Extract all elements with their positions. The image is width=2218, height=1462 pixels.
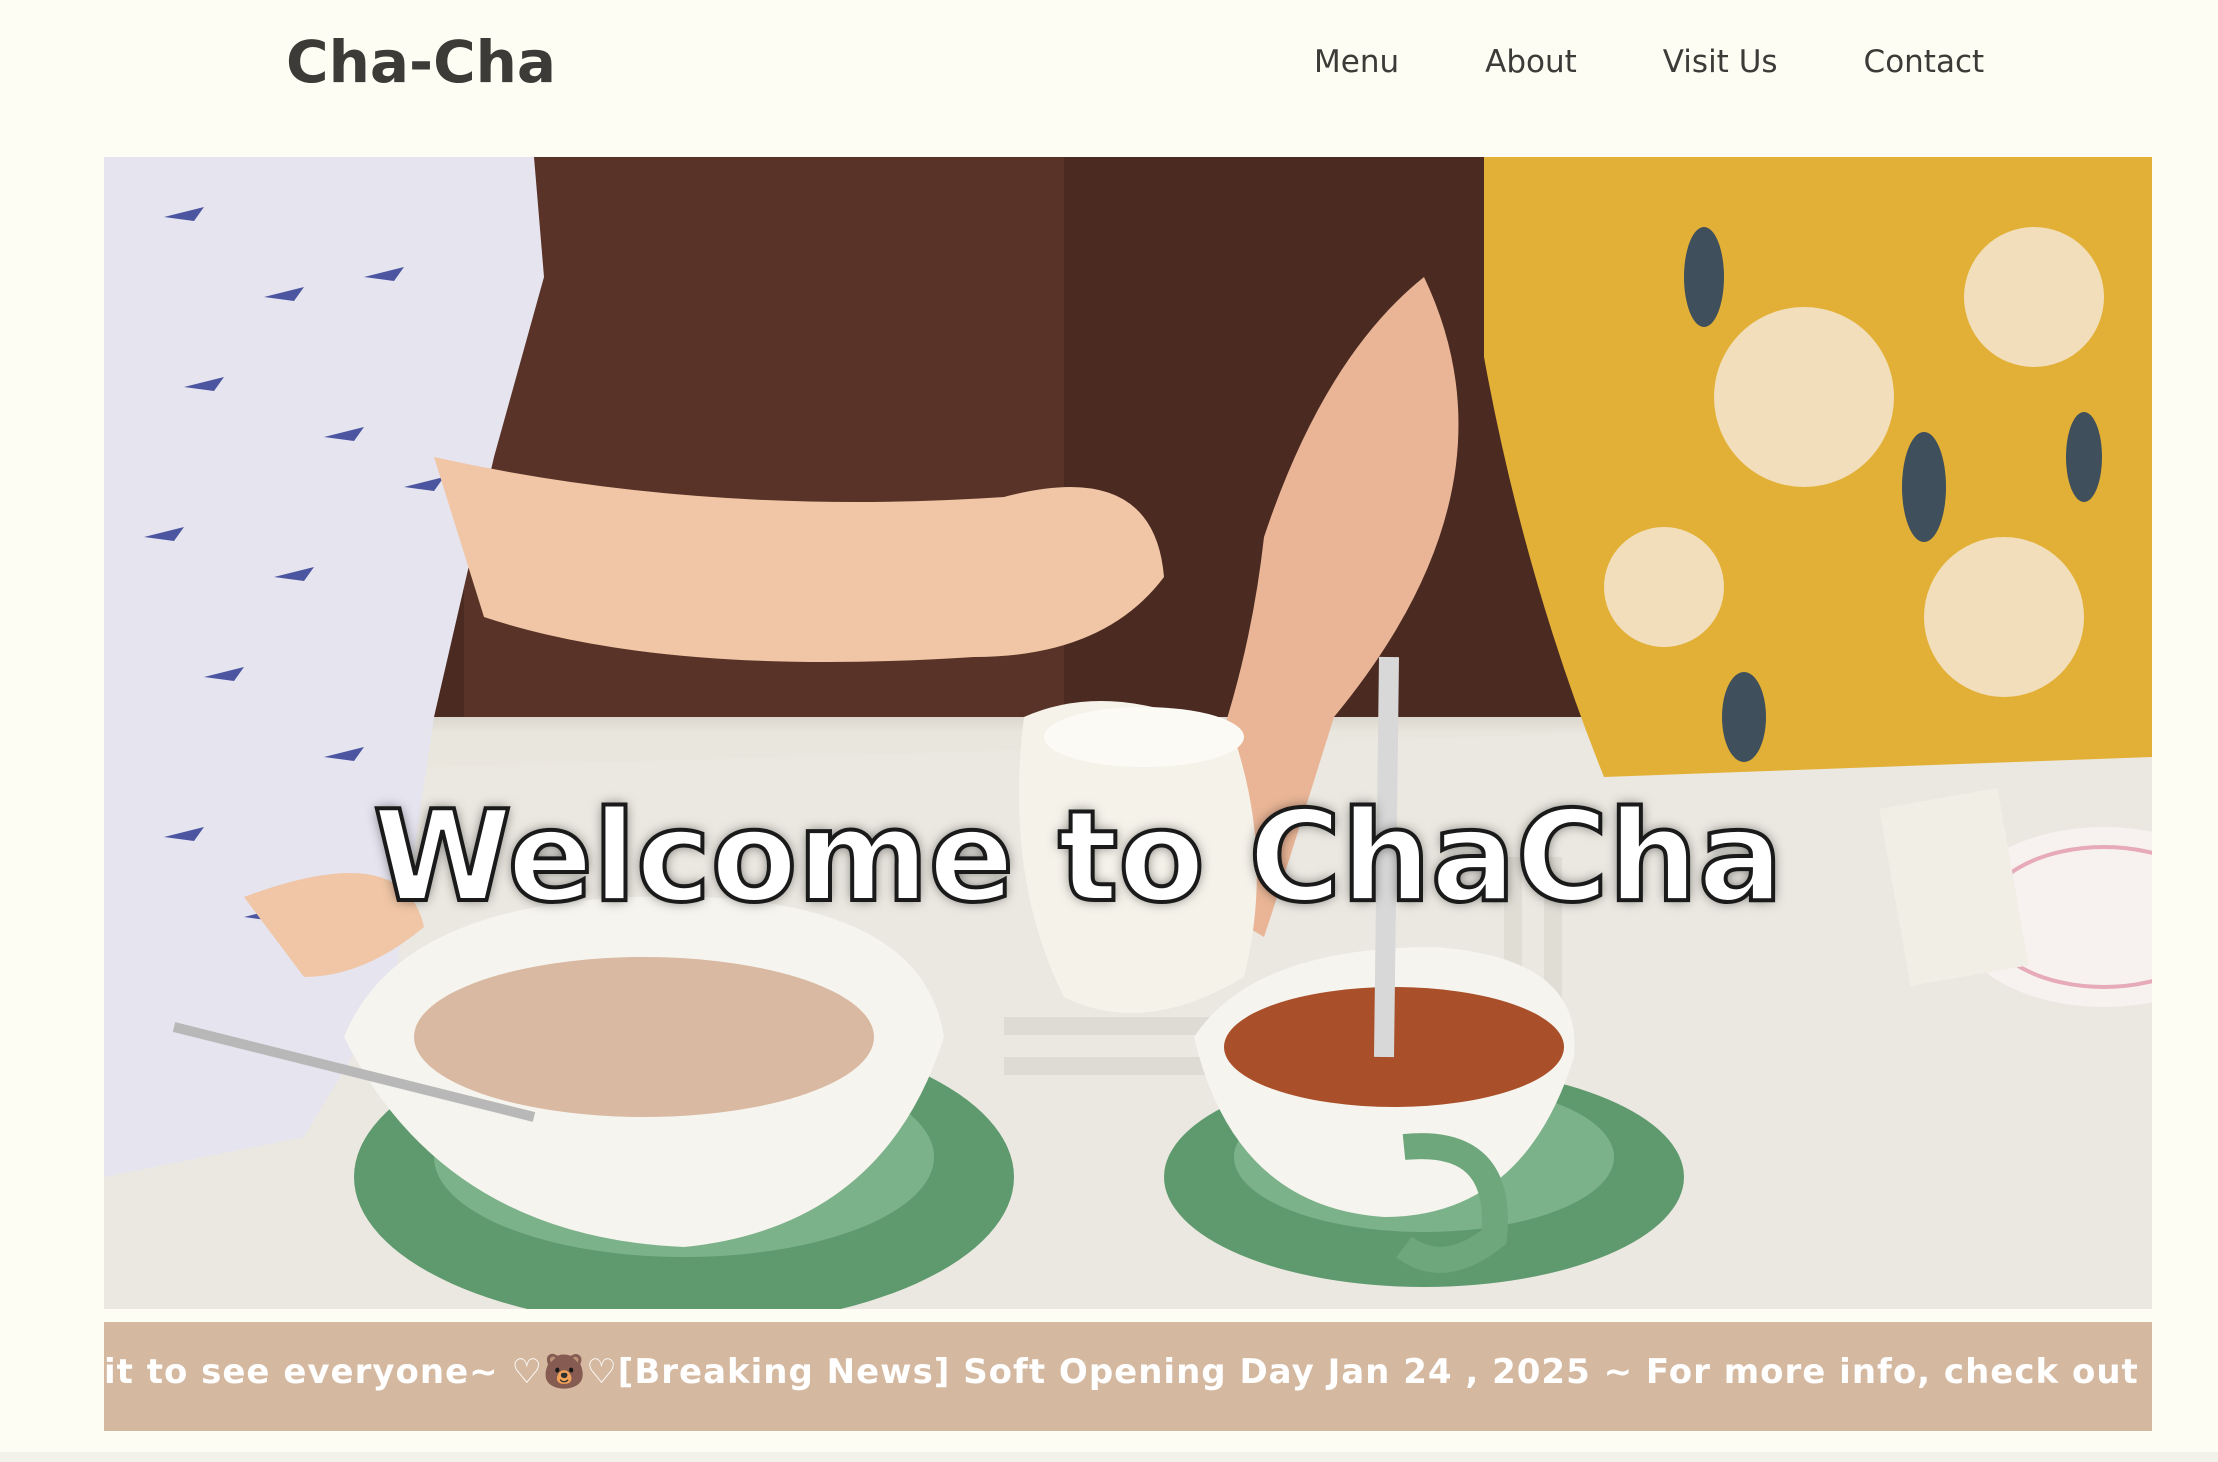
page-divider bbox=[0, 1452, 2218, 1462]
news-ticker: ait to see everyone~ ♡🐻♡[Breaking News] … bbox=[104, 1322, 2152, 1431]
nav-menu[interactable]: Menu bbox=[1314, 44, 1399, 80]
nav-contact[interactable]: Contact bbox=[1864, 44, 1985, 80]
nav-visit-us[interactable]: Visit Us bbox=[1663, 44, 1778, 80]
nav-about[interactable]: About bbox=[1485, 44, 1577, 80]
hero-title: Welcome to ChaCha bbox=[371, 781, 1785, 932]
site-logo[interactable]: Cha-Cha bbox=[286, 28, 556, 96]
site-header: Cha-Cha Menu About Visit Us Contact bbox=[0, 0, 2218, 150]
main-nav: Menu About Visit Us Contact bbox=[1314, 44, 1984, 80]
ticker-text: ait to see everyone~ ♡🐻♡[Breaking News] … bbox=[104, 1352, 2152, 1392]
hero-banner: Welcome to ChaCha bbox=[104, 157, 2152, 1309]
tea-party-photo bbox=[104, 157, 2152, 1309]
